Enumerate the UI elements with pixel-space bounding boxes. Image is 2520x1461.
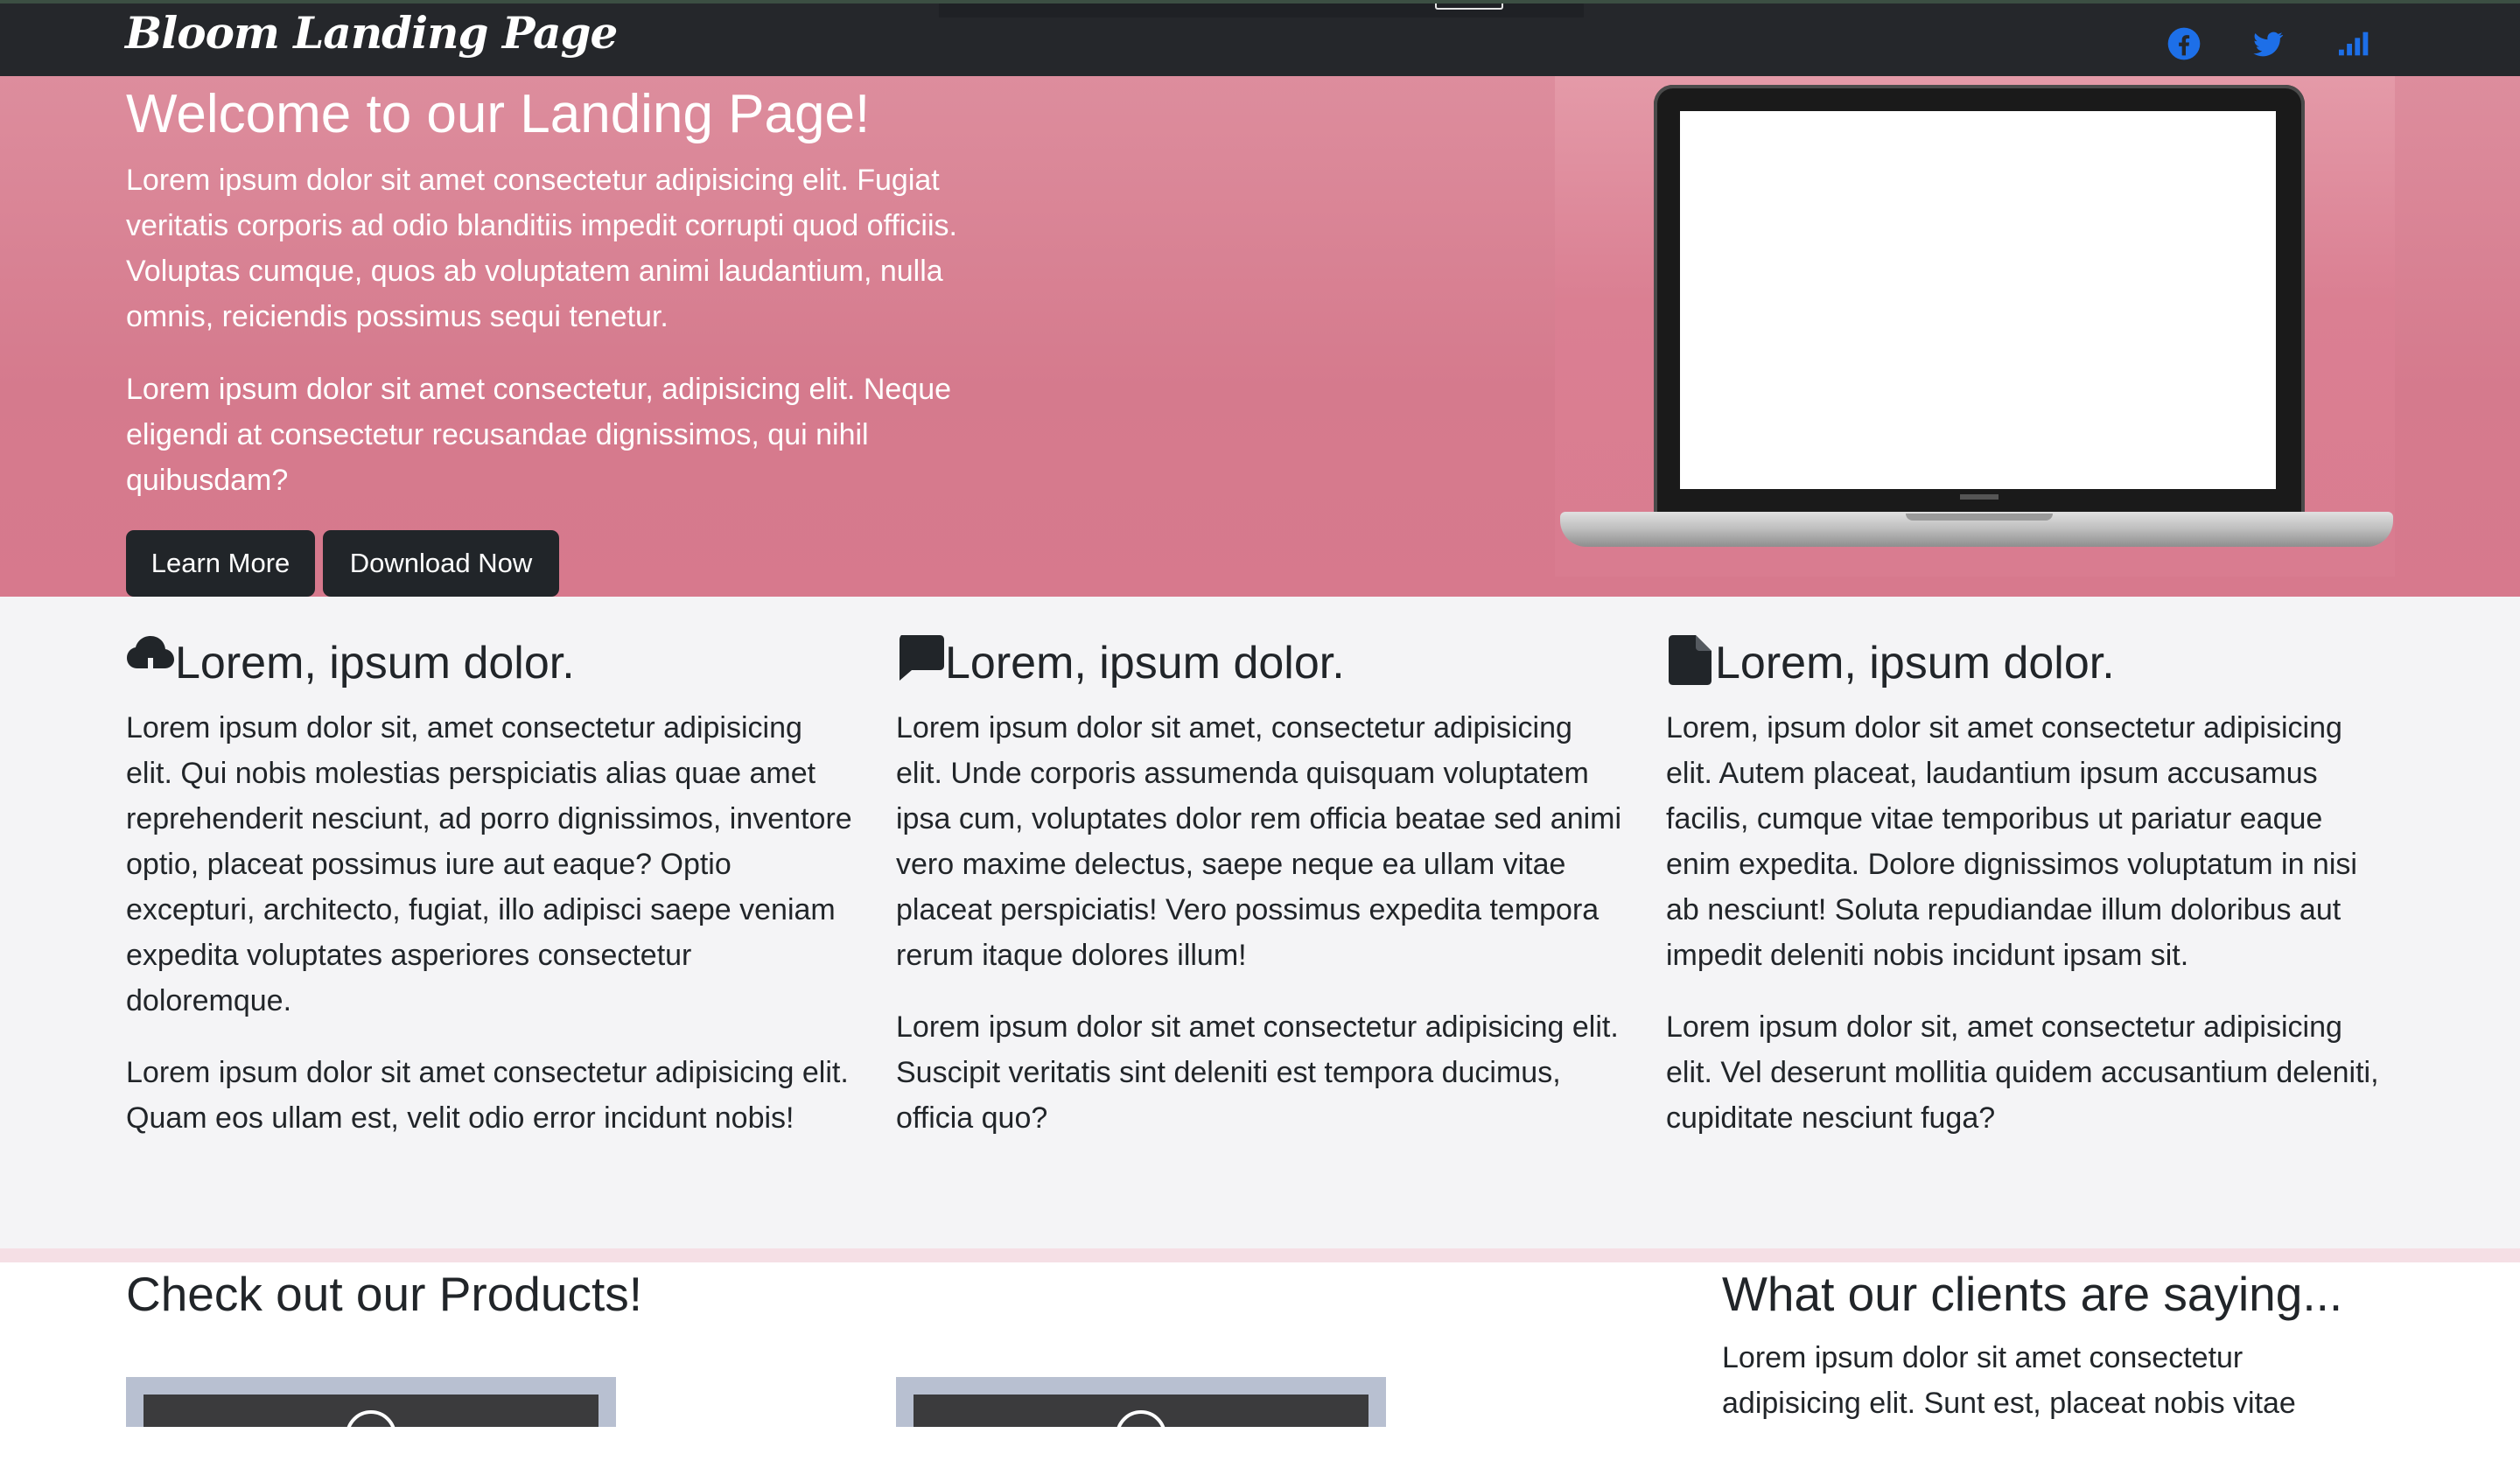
products-title: Check out our Products! [126, 1267, 643, 1321]
section-divider [0, 1248, 2520, 1262]
hero-paragraph: Lorem ipsum dolor sit amet consectetur a… [126, 164, 957, 333]
hero-section: Welcome to our Landing Page! Lorem ipsum… [0, 76, 2520, 597]
download-now-button[interactable]: Download Now [323, 530, 559, 597]
product-video[interactable] [914, 1395, 1368, 1461]
features-section: Lorem, ipsum dolor. Lorem ipsum dolor si… [0, 597, 2520, 1248]
feature-paragraph: Lorem, ipsum dolor sit amet consectetur … [1666, 711, 2357, 972]
document-icon [1666, 633, 1715, 686]
feature-paragraph: Lorem ipsum dolor sit, amet consectetur … [126, 711, 852, 1017]
testimonial-paragraph: Lorem ipsum dolor sit amet consectetur a… [1722, 1341, 2296, 1420]
clients-title: What our clients are saying... [1722, 1267, 2343, 1321]
twitter-icon[interactable] [2250, 26, 2286, 61]
cloud-download-icon [126, 633, 175, 686]
signal-icon[interactable] [2334, 26, 2370, 61]
feature-paragraph: Lorem ipsum dolor sit amet consectetur a… [896, 1010, 1619, 1135]
feature-paragraph: Lorem ipsum dolor sit, amet consectetur … [1666, 1010, 2379, 1135]
navbar-toggler-button[interactable] [1435, 3, 1503, 10]
product-card[interactable] [126, 1377, 616, 1461]
feature-title: Lorem, ipsum dolor. [175, 638, 575, 689]
laptop-screen [1680, 111, 2276, 489]
product-video[interactable] [144, 1395, 598, 1461]
hero-paragraph: Lorem ipsum dolor sit amet consectetur, … [126, 373, 952, 497]
navbar: Bloom Landing Page [0, 0, 2520, 76]
feature-paragraph: Lorem ipsum dolor sit amet consectetur a… [126, 1056, 849, 1135]
hero-title: Welcome to our Landing Page! [126, 84, 871, 144]
chat-bubble-icon [896, 633, 945, 686]
play-icon[interactable] [346, 1410, 396, 1461]
feature-paragraph: Lorem ipsum dolor sit amet, consectetur … [896, 711, 1622, 972]
brand-logo[interactable]: Bloom Landing Page [125, 5, 618, 61]
facebook-icon[interactable] [2166, 26, 2202, 61]
feature-title: Lorem, ipsum dolor. [1715, 638, 2115, 689]
laptop-label [1960, 494, 1998, 500]
learn-more-button[interactable]: Learn More [126, 530, 315, 597]
laptop-notch [1906, 514, 2053, 521]
feature-title: Lorem, ipsum dolor. [945, 638, 1345, 689]
play-icon[interactable] [1116, 1410, 1166, 1461]
product-card[interactable] [896, 1377, 1386, 1461]
